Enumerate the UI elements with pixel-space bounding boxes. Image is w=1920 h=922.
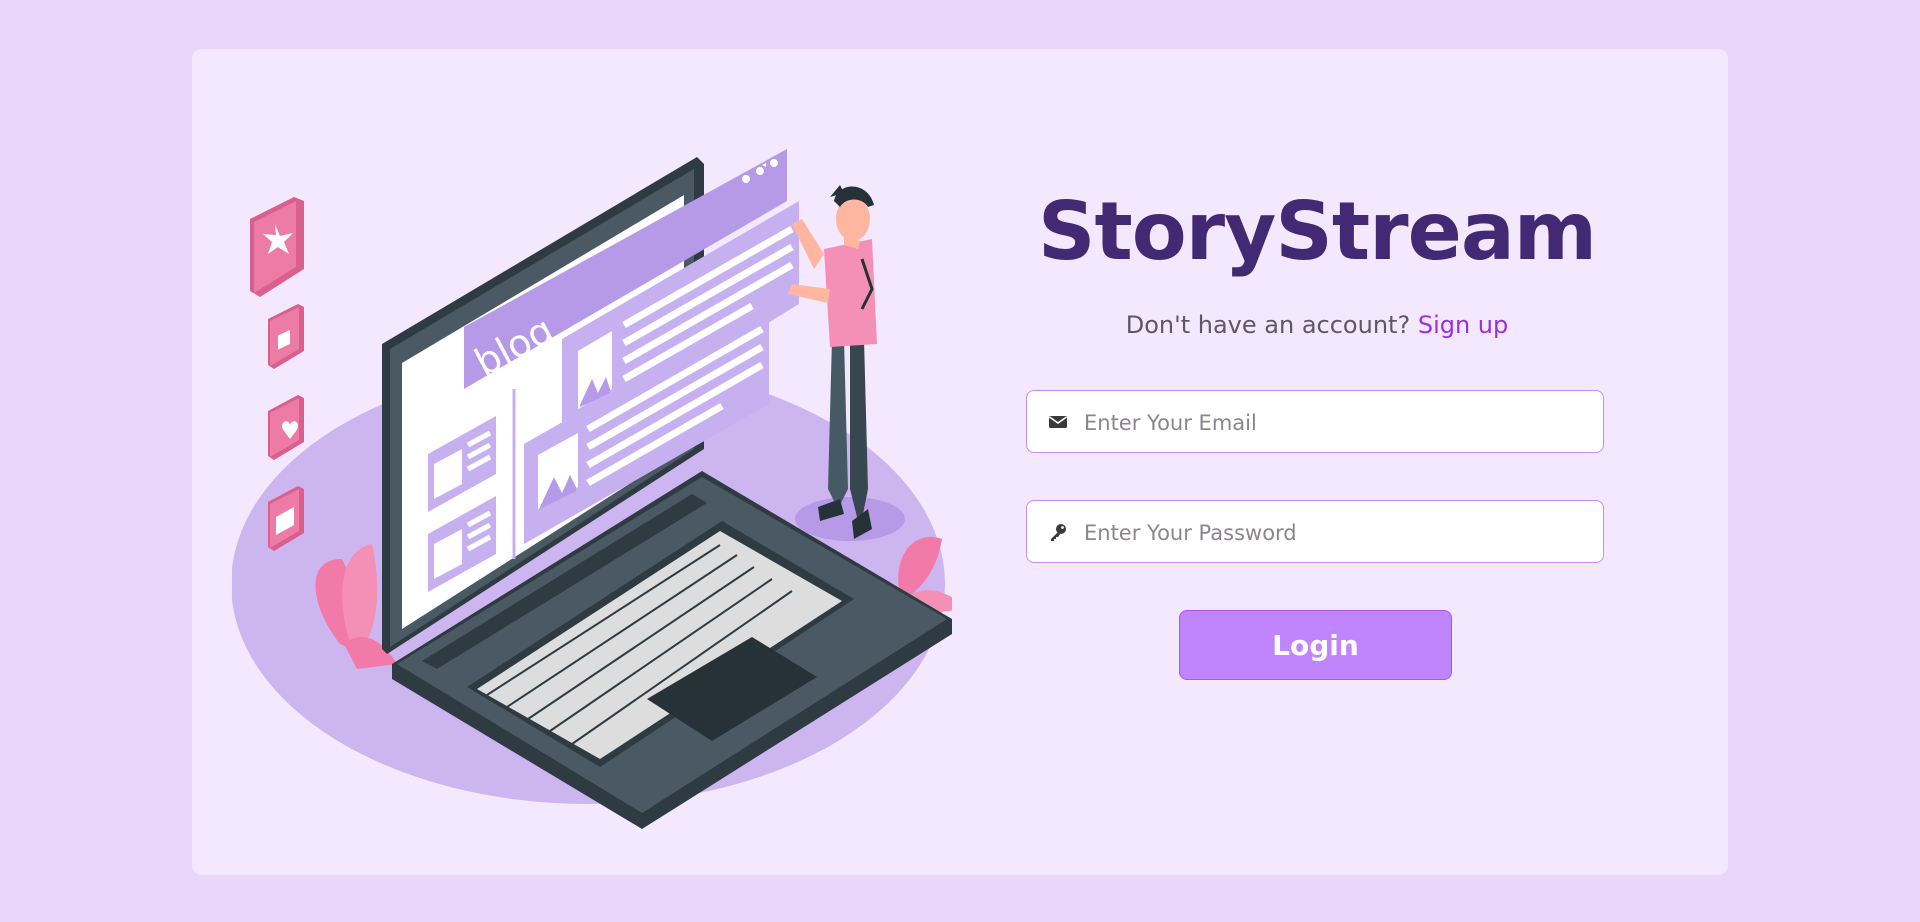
login-card: blog StoryStream Don't have an account? …	[192, 49, 1728, 875]
envelope-icon	[1049, 413, 1067, 431]
heart-badge-icon	[268, 395, 304, 460]
password-field[interactable]	[1026, 500, 1604, 564]
blog-illustration: blog	[232, 89, 952, 879]
password-input[interactable]	[1082, 501, 1586, 564]
login-button[interactable]: Login	[1179, 610, 1452, 680]
signup-prompt-text: Don't have an account?	[1125, 311, 1411, 339]
thumbs-up-badge-icon	[268, 304, 304, 369]
app-title: StoryStream	[1037, 185, 1597, 278]
email-input[interactable]	[1082, 391, 1586, 454]
key-icon	[1049, 523, 1067, 541]
login-form: StoryStream Don't have an account? Sign …	[1026, 49, 1608, 875]
signup-link[interactable]: Sign up	[1418, 311, 1508, 339]
signup-prompt: Don't have an account? Sign up	[1026, 311, 1608, 339]
star-badge-icon	[250, 197, 304, 297]
email-field[interactable]	[1026, 390, 1604, 454]
